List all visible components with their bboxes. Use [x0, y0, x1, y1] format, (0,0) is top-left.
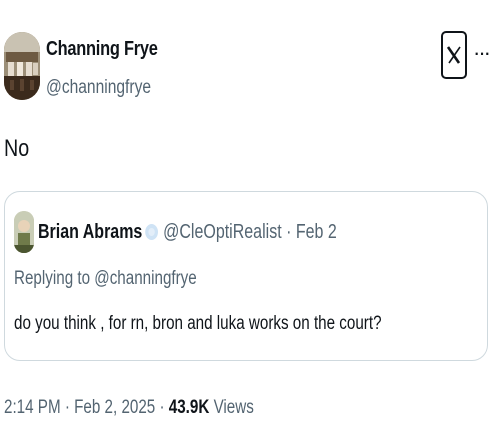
quoted-author-avatar-image: [14, 211, 34, 253]
author-handle[interactable]: @channingfrye: [46, 77, 151, 99]
author-name[interactable]: Channing Frye: [46, 38, 158, 61]
footer-separator-2: ·: [159, 397, 165, 418]
views-label: Views: [213, 397, 254, 418]
quoted-tweet-text: do you think , for rn, bron and luka wor…: [14, 313, 382, 334]
quoted-author-name[interactable]: Brian Abrams: [38, 221, 142, 243]
author-avatar-image: [4, 32, 40, 100]
quoted-replying-to: Replying to @channingfrye: [14, 268, 197, 289]
tweet-time[interactable]: 2:14 PM: [4, 397, 61, 418]
author-avatar[interactable]: [4, 32, 40, 100]
verified-badge-icon: [145, 224, 159, 240]
quoted-date[interactable]: Feb 2: [296, 221, 337, 243]
x-logo-glyph: [446, 46, 461, 64]
tweet-date[interactable]: Feb 2, 2025: [74, 397, 155, 418]
quoted-header: Brian Abrams @CleOptiRealist · Feb 2: [38, 221, 337, 244]
tweet-footer: 2:14 PM · Feb 2, 2025 · 43.9K Views: [4, 397, 254, 419]
tweet-text: No: [4, 135, 30, 162]
more-icon[interactable]: ···: [473, 42, 491, 64]
views-count: 43.9K: [168, 397, 210, 418]
quoted-author-handle[interactable]: @CleOptiRealist: [163, 221, 282, 243]
x-logo-icon[interactable]: [441, 31, 467, 79]
quoted-author-avatar[interactable]: [14, 211, 34, 253]
